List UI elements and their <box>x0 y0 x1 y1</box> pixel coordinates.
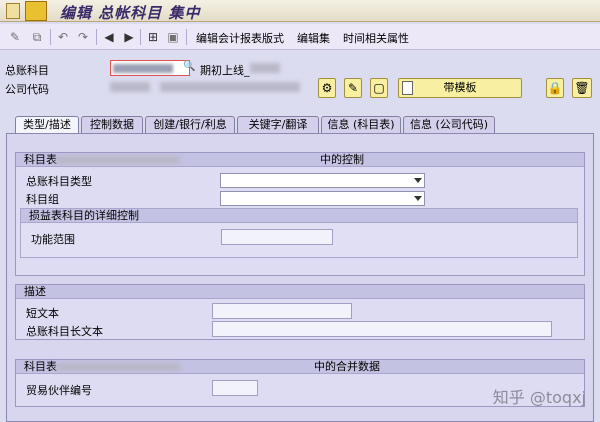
sap-folder-icon <box>25 1 47 21</box>
toolbar-separator <box>50 29 51 45</box>
time-dependent-attributes-button[interactable]: 时间相关属性 <box>343 30 409 46</box>
new-document-icon[interactable]: ▢ <box>370 78 388 98</box>
tab-type-description[interactable]: 类型/描述 <box>15 116 79 133</box>
tab-keyword-translation[interactable]: 关键字/翻译 <box>237 116 319 133</box>
account-group-dropdown[interactable] <box>220 191 425 206</box>
next-icon[interactable]: ▶ <box>122 30 136 44</box>
masked-company-code <box>110 82 150 92</box>
redo-icon[interactable]: ↷ <box>76 30 90 44</box>
functional-area-input[interactable] <box>221 229 333 245</box>
gl-account-label: 总账科目 <box>5 64 49 77</box>
page-title: 编辑 总帐科目 集中 <box>60 4 201 22</box>
toolbar-separator <box>96 29 97 45</box>
chevron-down-icon <box>414 178 422 183</box>
trading-partner-input[interactable] <box>212 380 258 396</box>
control-group-header: 科目表 中的控制 <box>16 153 584 167</box>
masked-text <box>250 63 280 73</box>
with-template-button[interactable]: 带模板 <box>398 78 522 98</box>
tab-create-bank-interest[interactable]: 创建/银行/利息 <box>145 116 235 133</box>
document-icon <box>402 81 413 95</box>
short-text-input[interactable] <box>212 303 352 319</box>
display-change-icon[interactable]: ⚙ <box>318 78 336 98</box>
functional-area-label: 功能范围 <box>31 233 75 246</box>
toolbar-separator <box>140 29 141 45</box>
title-bar: 编辑 总帐科目 集中 <box>0 0 600 22</box>
pl-detail-header: 损益表科目的详细控制 <box>21 209 577 223</box>
search-icon[interactable]: 🔍 <box>183 61 195 73</box>
document-icon <box>6 3 20 19</box>
trading-partner-label: 贸易伙伴编号 <box>26 384 92 397</box>
masked-chart-of-accounts <box>56 363 180 371</box>
tab-content: 科目表 中的控制 总账科目类型 科目组 损益表科目的详细控制 功能范围 描述 短… <box>6 133 594 422</box>
gl-account-input[interactable] <box>110 60 190 76</box>
edit-fin-stmt-version-button[interactable]: 编辑会计报表版式 <box>196 30 284 46</box>
tab-info-company-code[interactable]: 信息 (公司代码) <box>403 116 495 133</box>
gl-account-description: 期初上线_ <box>200 64 250 77</box>
watermark: 知乎 @toqxj <box>492 388 586 407</box>
copy-icon[interactable]: ⧉ <box>30 30 44 44</box>
description-header: 描述 <box>16 285 584 299</box>
short-text-label: 短文本 <box>26 307 59 320</box>
long-text-input[interactable] <box>212 321 552 337</box>
tabstrip: 类型/描述 控制数据 创建/银行/利息 关键字/翻译 信息 (科目表) 信息 (… <box>15 116 595 133</box>
create-icon[interactable]: ✎ <box>8 30 22 44</box>
description-group: 描述 短文本 总账科目长文本 <box>15 284 585 340</box>
account-type-dropdown[interactable] <box>220 173 425 188</box>
account-group-label: 科目组 <box>26 193 59 206</box>
previous-icon[interactable]: ◀ <box>102 30 116 44</box>
application-toolbar: ✎ ⧉ ↶ ↷ ◀ ▶ ⊞ ▣ 编辑会计报表版式 编辑集 时间相关属性 <box>0 24 600 50</box>
pl-detail-subgroup: 损益表科目的详细控制 功能范围 <box>20 208 578 258</box>
display-icon[interactable]: ▣ <box>166 30 180 44</box>
lock-icon[interactable]: 🔒 <box>546 78 564 98</box>
tab-info-chart-of-accounts[interactable]: 信息 (科目表) <box>321 116 401 133</box>
edit-set-button[interactable]: 编辑集 <box>297 30 330 46</box>
masked-chart-of-accounts <box>56 156 180 164</box>
tab-control-data[interactable]: 控制数据 <box>81 116 143 133</box>
delete-icon[interactable]: 🗑 <box>572 78 592 98</box>
chevron-down-icon <box>414 196 422 201</box>
consolidation-header: 科目表 中的合并数据 <box>16 360 584 374</box>
edit-pencil-icon[interactable]: ✎ <box>344 78 362 98</box>
undo-icon[interactable]: ↶ <box>56 30 70 44</box>
hierarchy-icon[interactable]: ⊞ <box>146 30 160 44</box>
account-type-label: 总账科目类型 <box>26 175 92 188</box>
control-group: 科目表 中的控制 总账科目类型 科目组 损益表科目的详细控制 功能范围 <box>15 152 585 276</box>
masked-company-name <box>160 82 300 92</box>
long-text-label: 总账科目长文本 <box>26 325 103 338</box>
company-code-label: 公司代码 <box>5 83 49 96</box>
toolbar-separator <box>186 29 187 45</box>
